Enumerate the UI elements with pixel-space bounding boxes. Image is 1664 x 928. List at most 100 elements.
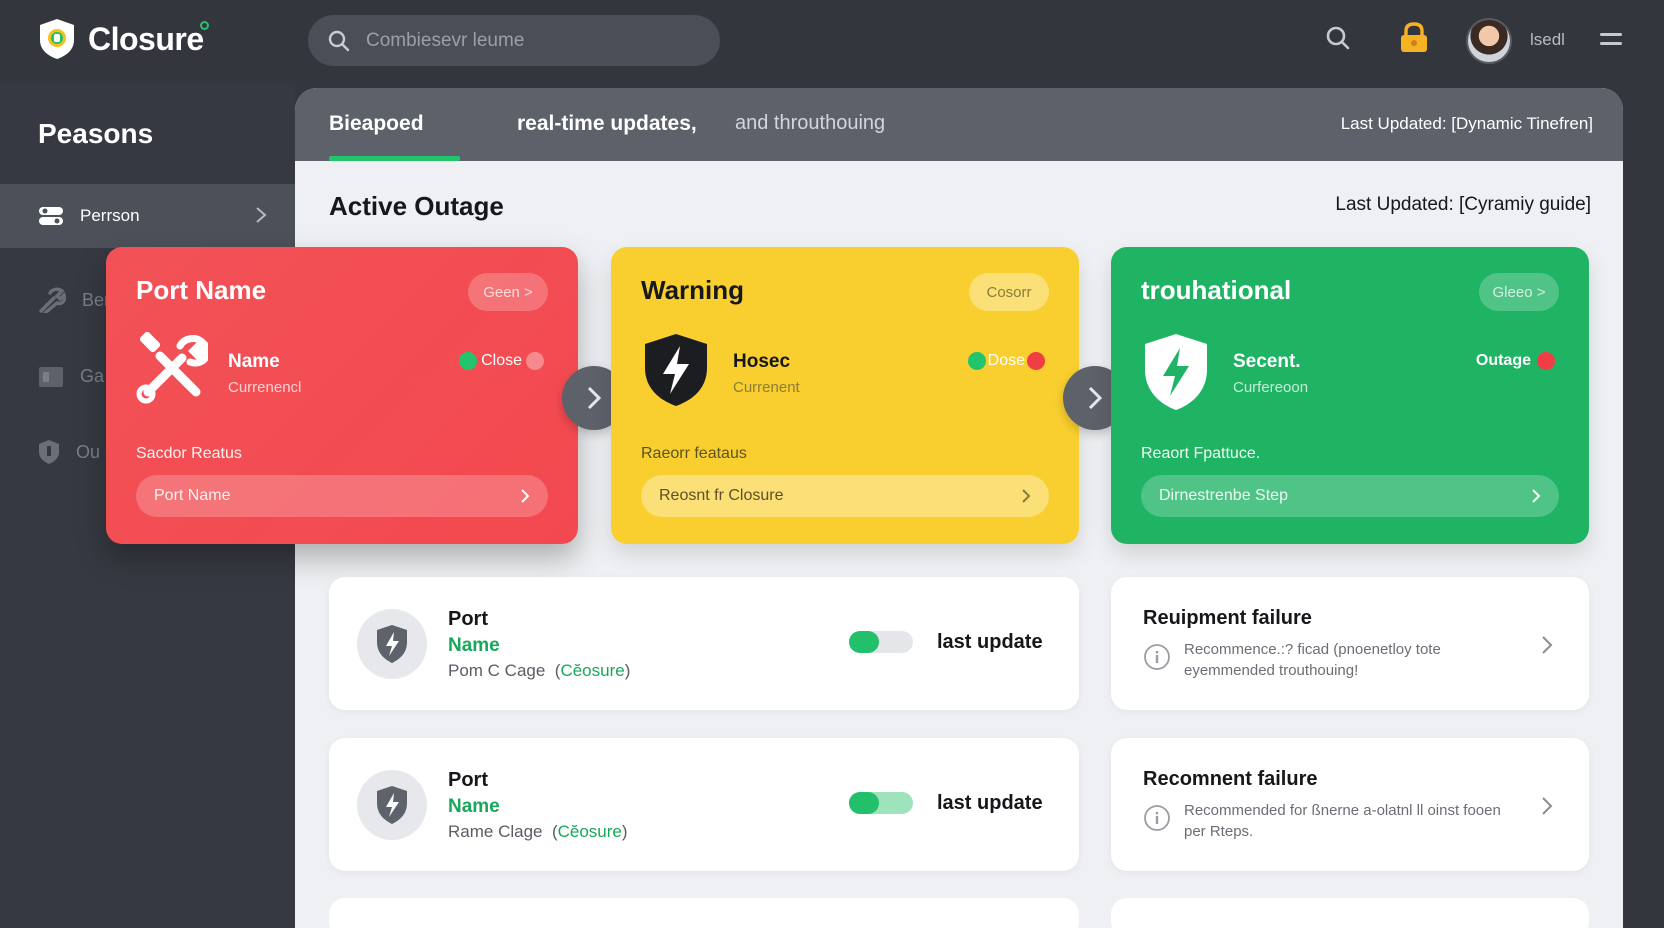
tab-throuthouing[interactable]: and throuthouing <box>735 112 885 135</box>
card-reason-select[interactable]: Reosnt fr Closure <box>641 475 1049 517</box>
outage-card-trouhational[interactable]: trouhational Gleeo > Secent. Curfereoon … <box>1111 247 1589 544</box>
row-avatar <box>357 609 427 679</box>
card-reason-select[interactable]: Dirnestrenbe Step <box>1141 475 1559 517</box>
card-subtitle: Currenent <box>733 379 800 396</box>
chevron-right-icon <box>521 489 530 503</box>
select-value: Reosnt fr Closure <box>659 487 784 504</box>
card-subtitle: Curfereoon <box>1233 379 1309 396</box>
card-title: Port Name <box>136 275 267 305</box>
tab-last-updated: Last Updated: [Dynamic Tinefren] <box>1340 114 1593 133</box>
recommendation-card-partial[interactable] <box>1111 898 1589 928</box>
card-action-button[interactable]: Cosorr <box>969 273 1049 311</box>
chart-icon <box>39 367 63 387</box>
shield-icon <box>39 440 59 464</box>
tab-bar: Bieapoed real-time updates, and throutho… <box>295 88 1623 161</box>
toggle-switch-icon <box>39 207 63 225</box>
search-icon[interactable] <box>1325 25 1351 51</box>
row-name: Name <box>448 635 500 656</box>
last-updated-label: Last Updated: [Cyramiy guide] <box>1335 194 1591 215</box>
recommendation-card[interactable]: Recomnent failure Recommended for ßnerne… <box>1111 738 1589 871</box>
chevron-right-icon <box>256 207 267 223</box>
row-last-update: last update <box>937 792 1043 814</box>
info-text: Recommended for ßnerne a-olatnl ll oinst… <box>1184 802 1501 840</box>
closure-logo-icon <box>40 19 74 59</box>
sidebar-item-label: Ga <box>80 365 105 386</box>
status-dot <box>1537 352 1555 370</box>
status-dot <box>526 352 544 370</box>
tab-real-time-updates[interactable]: real-time updates, <box>517 112 697 136</box>
info-title: Reuipment failure <box>1143 607 1312 629</box>
chevron-right-icon <box>1532 489 1541 503</box>
top-bar: Closure lsedl <box>0 0 1664 84</box>
select-value: Port Name <box>154 487 231 504</box>
card-title: Warning <box>641 275 745 305</box>
chevron-right-icon <box>1542 636 1553 654</box>
shield-bolt-icon <box>377 786 407 824</box>
chevron-right-icon <box>1088 386 1103 410</box>
card-action-button[interactable]: Gleeo > <box>1479 273 1559 311</box>
card-reason-label: Sacdor Reatus <box>136 445 242 462</box>
app-name: Closure <box>88 20 204 57</box>
info-circle-icon <box>1144 644 1170 670</box>
row-sub-highlight: Cĕosure <box>560 661 625 680</box>
row-title: Port <box>448 769 488 791</box>
status-dot <box>1027 352 1045 370</box>
card-status[interactable]: Dose <box>967 352 1045 370</box>
select-value: Dirnestrenbe Step <box>1159 487 1288 504</box>
sidebar-item-label: Perrson <box>80 206 140 225</box>
avatar[interactable] <box>1466 18 1512 64</box>
recommendation-card[interactable]: Reuipment failure Recommence.:? ficad (p… <box>1111 577 1589 710</box>
chevron-right-icon <box>587 386 602 410</box>
search-icon <box>328 30 350 51</box>
card-reason-label: Raeorr feataus <box>641 445 747 462</box>
row-subtitle: Rame Clage (Cĕosure) <box>448 822 628 841</box>
row-name: Name <box>448 796 500 817</box>
outage-row-partial[interactable] <box>329 898 1079 928</box>
sidebar-item-label: Ou <box>76 441 101 462</box>
page-title: Active Outage <box>329 191 504 221</box>
card-name: Hosec <box>733 351 791 372</box>
info-text: Recommence.:? ficad (pnoenetloy tote eye… <box>1184 641 1441 679</box>
shield-bolt-icon <box>377 625 407 663</box>
row-sub-highlight: Cĕosure <box>557 822 622 841</box>
row-title: Port <box>448 608 488 630</box>
info-circle-icon <box>1144 805 1170 831</box>
outage-card-warning[interactable]: Warning Cosorr Hosec Currenent Dose Raeo… <box>611 247 1079 544</box>
row-sub-text: Pom C Cage <box>448 661 546 680</box>
card-reason-label: Reaort Fpattuce. <box>1141 445 1261 462</box>
lock-icon[interactable] <box>1399 22 1429 54</box>
menu-icon[interactable] <box>1600 31 1622 49</box>
sidebar-item-perrson[interactable]: Perrson <box>0 184 295 248</box>
card-name: Name <box>228 351 280 372</box>
search-bar[interactable] <box>308 15 720 66</box>
row-subtitle: Pom C Cage (Cĕosure) <box>448 661 631 680</box>
card-action-button[interactable]: Geen > <box>468 273 548 311</box>
card-status[interactable]: Outage <box>1476 352 1555 370</box>
row-sub-text: Rame Clage <box>448 822 543 841</box>
status-dot <box>459 352 478 370</box>
status-label: Dose <box>987 352 1025 369</box>
registered-mark <box>200 21 209 30</box>
shield-bolt-icon <box>1145 334 1207 410</box>
card-reason-select[interactable]: Port Name <box>136 475 548 517</box>
wrench-screwdriver-icon <box>136 332 208 404</box>
status-toggle[interactable] <box>849 631 913 653</box>
wrench-icon <box>39 287 66 313</box>
tab-bieapoed[interactable]: Bieapoed <box>329 112 424 136</box>
row-avatar <box>357 770 427 840</box>
status-label: Outage <box>1475 352 1531 369</box>
outage-row[interactable]: Port Name Rame Clage (Cĕosure) last upda… <box>329 738 1079 871</box>
card-name: Secent. <box>1233 351 1301 372</box>
app-logo[interactable]: Closure <box>38 18 209 60</box>
toggle-knob <box>849 631 879 653</box>
outage-row[interactable]: Port Name Pom C Cage (Cĕosure) last upda… <box>329 577 1079 710</box>
user-name[interactable]: lsedl <box>1530 30 1565 50</box>
status-toggle[interactable] <box>849 792 913 814</box>
search-input[interactable] <box>366 29 696 52</box>
row-last-update: last update <box>937 631 1043 653</box>
card-status[interactable]: Close <box>459 352 544 370</box>
outage-card-port-name[interactable]: Port Name Geen > Name Currenencl Close S… <box>106 247 578 544</box>
status-dot <box>967 352 986 370</box>
chevron-right-icon <box>1542 797 1553 815</box>
card-subtitle: Currenencl <box>228 379 302 396</box>
